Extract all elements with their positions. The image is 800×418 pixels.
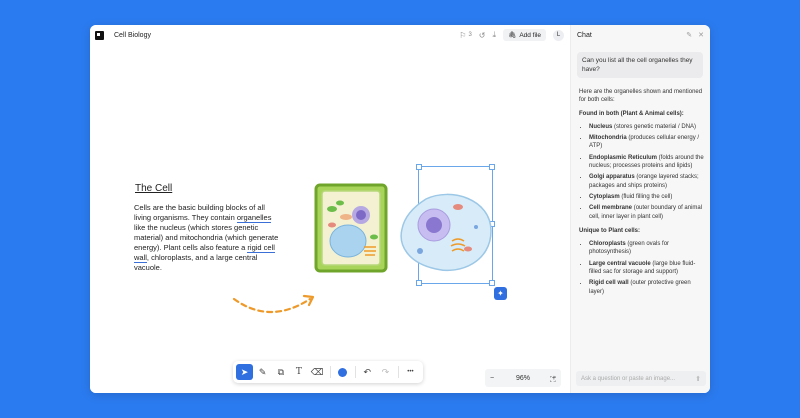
chat-input-placeholder: Ask a question or paste an image... (581, 375, 676, 382)
organelle-name: Large central vacuole (589, 260, 651, 267)
zoom-level[interactable]: 96% (516, 375, 530, 382)
pencil-tool[interactable]: ✎ (254, 364, 271, 380)
history-icon[interactable]: ↺ (479, 31, 486, 40)
organelle-name: Endoplasmic Reticulum (589, 154, 658, 161)
user-message: Can you list all the cell organelles the… (577, 52, 703, 78)
avatar[interactable]: L (553, 29, 564, 41)
shapes-icon: ⧉ (277, 366, 285, 377)
undo-button[interactable]: ↶ (359, 364, 376, 380)
ai-sparkle-button[interactable]: ✦ (494, 287, 507, 300)
dashed-arrow-icon[interactable] (230, 293, 320, 321)
text-icon: T (295, 367, 302, 377)
flag-icon: ⚐ (459, 30, 467, 40)
redo-icon: ↷ (381, 366, 390, 377)
add-file-button[interactable]: 🖇 Add file (503, 29, 546, 41)
organelle-name: Cytoplasm (589, 193, 620, 200)
close-icon[interactable]: ✕ (698, 31, 704, 39)
organelle-list-plant: Chloroplasts (green ovals for photosynth… (579, 240, 705, 296)
resize-handle[interactable] (416, 280, 422, 286)
divider (354, 366, 356, 378)
list-item: Nucleus (stores genetic material / DNA) (589, 123, 705, 131)
chat-title: Chat (577, 31, 592, 39)
color-swatch (337, 367, 347, 377)
list-item: Cell membrane (outer boundary of animal … (589, 204, 705, 221)
zoom-out-button[interactable]: − (490, 375, 494, 382)
select-arrow-icon: ➤ (240, 366, 249, 377)
resize-handle[interactable] (416, 164, 422, 170)
eraser-icon: ⌫ (310, 366, 324, 377)
organelle-name: Golgi apparatus (589, 174, 635, 181)
list-item: Mitochondria (produces cellular energy /… (589, 134, 705, 151)
fit-screen-icon[interactable]: ⛶ (550, 375, 556, 385)
organelle-desc: (stores genetic material / DNA) (612, 123, 697, 130)
paperclip-icon: 🖇 (508, 32, 517, 39)
add-file-label: Add file (519, 31, 541, 39)
drawing-toolbar: ➤ ✎ ⧉ T ⌫ ↶ ↷ ••• (233, 361, 423, 383)
comments-button[interactable]: ⚐ 3 (459, 31, 472, 40)
canvas-area[interactable]: Cell Biology ⚐ 3 ↺ ⤓ 🖇 Add file L The Ce… (90, 25, 570, 393)
section-heading: Found in both (Plant & Animal cells): (579, 110, 684, 117)
pencil-icon: ✎ (258, 366, 267, 377)
select-tool[interactable]: ➤ (236, 364, 254, 380)
comments-count: 3 (468, 32, 472, 38)
section-heading: Unique to Plant cells: (579, 227, 641, 234)
list-item: Chloroplasts (green ovals for photosynth… (589, 240, 705, 257)
plant-cell-illustration[interactable] (312, 181, 390, 275)
color-picker[interactable] (334, 364, 351, 380)
animal-cell-illustration[interactable] (396, 189, 496, 275)
chat-input[interactable]: Ask a question or paste an image... ⬆ (576, 371, 706, 386)
app-window: Cell Biology ⚐ 3 ↺ ⤓ 🖇 Add file L The Ce… (90, 25, 710, 393)
list-item: Golgi apparatus (orange layered stacks; … (589, 173, 705, 190)
send-icon[interactable]: ⬆ (695, 375, 701, 383)
more-icon: ••• (407, 369, 414, 375)
divider (397, 366, 399, 378)
organelle-list-both: Nucleus (stores genetic material / DNA) M… (579, 123, 705, 221)
top-bar: Cell Biology ⚐ 3 ↺ ⤓ 🖇 Add file L (90, 25, 570, 45)
document-title[interactable]: Cell Biology (114, 32, 151, 39)
organelle-desc: (fluid filling the cell) (619, 193, 673, 200)
organelle-name: Rigid cell wall (589, 280, 629, 287)
redo-button[interactable]: ↷ (377, 364, 394, 380)
organelle-name: Chloroplasts (589, 241, 626, 248)
resize-handle[interactable] (489, 164, 495, 170)
assistant-message: Here are the organelles shown and mentio… (579, 88, 705, 302)
organelles-link[interactable]: organelles (236, 213, 272, 223)
resize-handle[interactable] (489, 280, 495, 286)
download-icon[interactable]: ⤓ (493, 30, 497, 40)
undo-icon: ↶ (363, 366, 371, 377)
chat-panel: Chat ✎ ✕ Can you list all the cell organ… (570, 25, 710, 393)
organelle-name: Mitochondria (589, 135, 627, 142)
list-item: Large central vacuole (large blue fluid-… (589, 260, 705, 277)
canvas-text-part: , chloroplasts, and a large central vacu… (134, 253, 258, 272)
shapes-tool[interactable]: ⧉ (272, 364, 289, 380)
list-item: Endoplasmic Reticulum (folds around the … (589, 154, 705, 171)
eraser-tool[interactable]: ⌫ (309, 364, 326, 380)
app-logo-icon[interactable] (95, 30, 104, 40)
list-item: Rigid cell wall (outer protective green … (589, 279, 705, 296)
canvas-text[interactable]: Cells are the basic building blocks of a… (134, 203, 284, 273)
canvas-heading[interactable]: The Cell (135, 183, 172, 194)
more-button[interactable]: ••• (402, 364, 419, 380)
chat-header: Chat ✎ ✕ (571, 25, 710, 45)
organelle-name: Cell membrane (589, 205, 633, 212)
organelle-name: Nucleus (589, 123, 613, 130)
list-item: Cytoplasm (fluid filling the cell) (589, 193, 705, 201)
divider (329, 366, 331, 378)
new-chat-icon[interactable]: ✎ (686, 31, 692, 39)
answer-intro: Here are the organelles shown and mentio… (579, 89, 703, 104)
text-tool[interactable]: T (290, 364, 307, 380)
